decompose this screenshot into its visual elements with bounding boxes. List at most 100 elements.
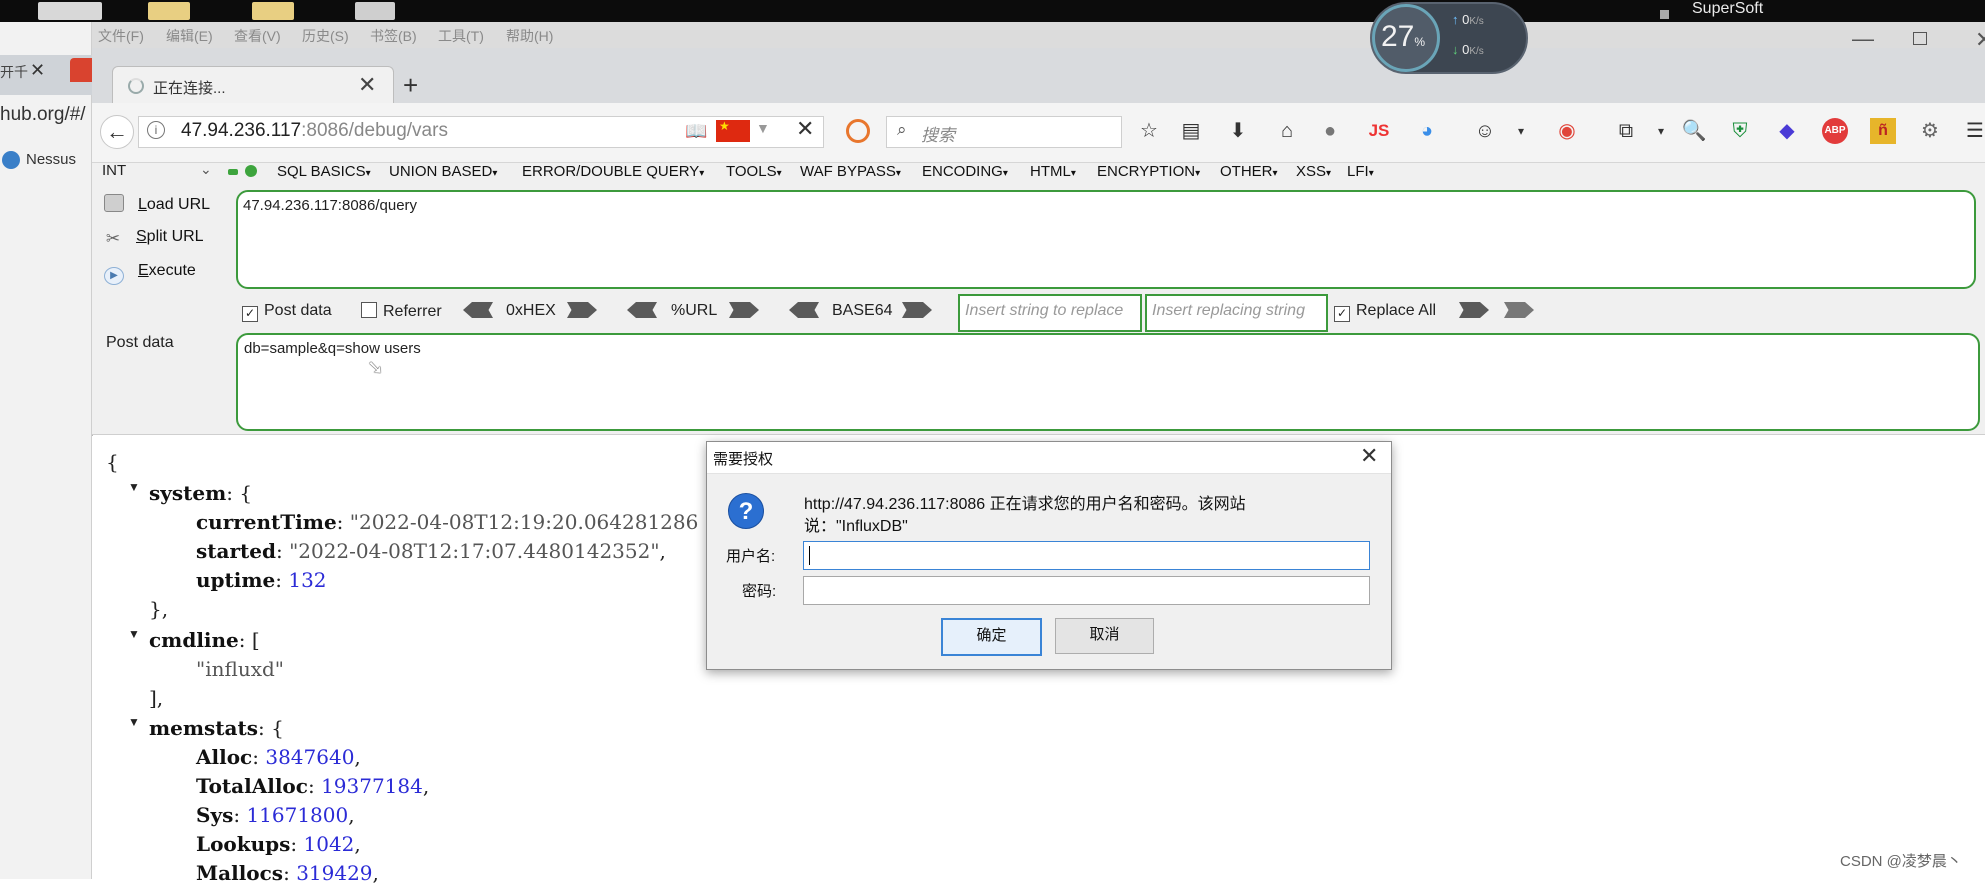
url-textarea-value: 47.94.236.117:8086/query bbox=[243, 197, 418, 214]
menu-edit[interactable]: 编辑(E) bbox=[166, 26, 213, 46]
base64-label: BASE64 bbox=[832, 302, 893, 319]
back-button[interactable]: ← bbox=[100, 115, 134, 149]
menu-tools[interactable]: TOOLS bbox=[726, 163, 782, 180]
json-close-object: }, bbox=[149, 597, 169, 621]
info-icon[interactable]: i bbox=[147, 121, 165, 139]
post-data-checkbox[interactable]: ✓ Post data bbox=[242, 302, 332, 322]
menu-html[interactable]: HTML bbox=[1030, 163, 1076, 180]
taskbar-document-icon[interactable] bbox=[355, 2, 395, 20]
post-data-value: db=sample&q=show users bbox=[244, 340, 421, 357]
tab-title: 正在连接... bbox=[153, 80, 226, 97]
plus-icon[interactable] bbox=[245, 165, 257, 177]
menu-view[interactable]: 查看(V) bbox=[234, 26, 281, 46]
search-placeholder: 搜索 bbox=[921, 126, 955, 145]
collapse-triangle-icon[interactable]: ▼ bbox=[128, 627, 140, 641]
ok-button[interactable]: 确定 bbox=[941, 618, 1042, 656]
taskbar-folder-icon[interactable] bbox=[148, 2, 190, 20]
menu-file[interactable]: 文件(F) bbox=[98, 26, 144, 46]
menu-help[interactable]: 帮助(H) bbox=[506, 26, 553, 46]
menu-sql-basics[interactable]: SQL BASICS bbox=[277, 163, 371, 180]
hackbar-red-icon[interactable]: ◉ bbox=[1554, 118, 1580, 144]
noscript-icon[interactable] bbox=[846, 119, 870, 143]
close-icon[interactable]: ✕ bbox=[30, 60, 45, 81]
taskbar-app-label: SuperSoft bbox=[1692, 0, 1764, 17]
dialog-close-icon[interactable]: ✕ bbox=[1360, 443, 1378, 469]
checkbox-unchecked[interactable] bbox=[361, 302, 377, 318]
json-open-brace: { bbox=[106, 450, 119, 474]
window-close-icon[interactable]: ✕ bbox=[1975, 27, 1985, 53]
json-value-current-time: "2022-04-08T12:19:20.064281286 bbox=[349, 510, 699, 534]
menu-xss[interactable]: XSS bbox=[1296, 163, 1331, 180]
tabs-icon[interactable]: ⧉ bbox=[1613, 118, 1639, 144]
question-icon: ? bbox=[728, 493, 764, 529]
home-icon[interactable]: ⌂ bbox=[1274, 118, 1300, 144]
proxy-icon[interactable]: ● bbox=[1317, 118, 1343, 144]
json-key-lookups: Lookups bbox=[196, 832, 291, 856]
menu-other[interactable]: OTHER bbox=[1220, 163, 1278, 180]
chevron-down-icon[interactable]: ⌄ bbox=[200, 161, 212, 178]
json-line-uptime: uptime: 132 bbox=[196, 568, 327, 592]
address-text[interactable]: 47.94.236.117:8086/debug/vars bbox=[181, 120, 448, 142]
taskbar-thumbnail[interactable] bbox=[38, 2, 102, 20]
load-url-button[interactable]: Load URL bbox=[104, 194, 210, 214]
menu-encoding[interactable]: ENCODING bbox=[922, 163, 1008, 180]
tab-close-icon[interactable]: ✕ bbox=[358, 72, 376, 98]
clipboard-icon[interactable]: ▤ bbox=[1178, 118, 1204, 144]
background-red-tab[interactable] bbox=[70, 58, 92, 82]
password-field[interactable] bbox=[803, 576, 1370, 605]
chevron-down-icon[interactable]: ▼ bbox=[756, 120, 770, 136]
maximize-icon[interactable] bbox=[1913, 32, 1927, 45]
menu-lfi[interactable]: LFI bbox=[1347, 163, 1374, 180]
menu-union-based[interactable]: UNION BASED bbox=[389, 163, 497, 180]
stop-icon[interactable]: ✕ bbox=[796, 116, 814, 142]
json-value-cmdline-item: "influxd" bbox=[196, 657, 284, 681]
menu-tools[interactable]: 工具(T) bbox=[438, 26, 484, 46]
shield-icon[interactable]: ⛨ bbox=[1727, 118, 1753, 144]
chevron-down-icon[interactable]: ▾ bbox=[1648, 118, 1674, 144]
new-tab-plus-icon[interactable]: + bbox=[403, 70, 418, 101]
rainbow-icon[interactable]: ñ bbox=[1870, 118, 1896, 144]
color-picker-icon[interactable]: ◕ bbox=[1414, 118, 1440, 144]
referrer-checkbox[interactable]: Referrer bbox=[361, 302, 442, 321]
text-caret bbox=[809, 546, 810, 565]
taskbar-folder-icon[interactable] bbox=[252, 2, 294, 20]
checkbox-checked[interactable]: ✓ bbox=[242, 306, 258, 322]
menu-error-double-query[interactable]: ERROR/DOUBLE QUERY bbox=[522, 163, 704, 180]
json-key-mallocs: Mallocs bbox=[196, 861, 284, 885]
reader-view-icon[interactable]: 📖 bbox=[685, 121, 707, 142]
js-icon[interactable]: JS bbox=[1366, 118, 1392, 144]
username-field[interactable] bbox=[803, 541, 1370, 570]
collapse-triangle-icon[interactable]: ▼ bbox=[128, 715, 140, 729]
collapse-triangle-icon[interactable]: ▼ bbox=[128, 480, 140, 494]
settings-gear-icon[interactable]: ⚙ bbox=[1917, 118, 1943, 144]
execute-mnemonic: E bbox=[138, 262, 149, 279]
minus-icon[interactable] bbox=[228, 169, 238, 175]
mouse-cursor-icon: ➘ bbox=[367, 357, 384, 379]
checkbox-checked[interactable]: ✓ bbox=[1334, 306, 1350, 322]
palette-icon[interactable]: ☺ bbox=[1472, 118, 1498, 144]
layers-icon[interactable]: ◆ bbox=[1774, 118, 1800, 144]
bookmark-star-icon[interactable]: ☆ bbox=[1136, 118, 1162, 144]
post-data-textarea[interactable] bbox=[236, 333, 1980, 431]
menu-history[interactable]: 历史(S) bbox=[302, 26, 349, 46]
minimize-icon[interactable]: — bbox=[1852, 26, 1874, 52]
cpu-percent: 27% bbox=[1381, 20, 1425, 54]
menu-encryption[interactable]: ENCRYPTION bbox=[1097, 163, 1200, 180]
bookmark-nessus[interactable]: Nessus bbox=[26, 151, 76, 168]
menu-bar: 文件(F) 编辑(E) 查看(V) 历史(S) 书签(B) 工具(T) 帮助(H… bbox=[92, 22, 1985, 48]
url-textarea[interactable] bbox=[236, 190, 1976, 289]
chevron-down-icon[interactable]: ▾ bbox=[1508, 118, 1534, 144]
download-icon[interactable]: ⬇ bbox=[1225, 118, 1251, 144]
adblock-icon[interactable]: ABP bbox=[1822, 118, 1848, 144]
type-select[interactable]: INT bbox=[102, 162, 216, 182]
menu-waf-bypass[interactable]: WAF BYPASS bbox=[800, 163, 901, 180]
zoom-icon[interactable]: 🔍 bbox=[1681, 118, 1707, 144]
execute-button[interactable]: ▶ Execute bbox=[104, 262, 196, 285]
menu-icon[interactable]: ☰ bbox=[1962, 118, 1985, 144]
split-url-button[interactable]: ✂ Split URL bbox=[104, 228, 204, 247]
cancel-button[interactable]: 取消 bbox=[1055, 618, 1154, 654]
json-line-started: started: "2022-04-08T12:17:07.4480142352… bbox=[196, 539, 666, 563]
dialog-titlebar[interactable] bbox=[707, 442, 1391, 474]
menu-bookmarks[interactable]: 书签(B) bbox=[370, 26, 417, 46]
replace-all-checkbox[interactable]: ✓ Replace All bbox=[1334, 302, 1436, 322]
